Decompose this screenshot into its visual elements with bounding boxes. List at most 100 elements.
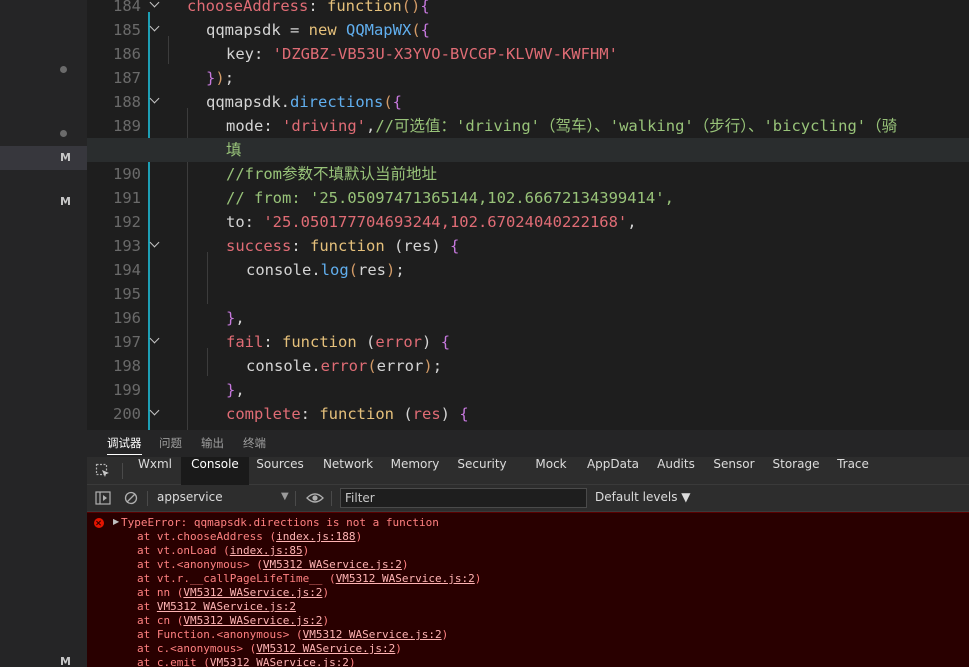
stack-frame-text: ) <box>322 586 330 599</box>
tab-debugger[interactable]: 调试器 <box>107 435 142 455</box>
code-text: qqmapsdk.directions({ <box>206 90 402 114</box>
code-line[interactable]: 195 <box>87 282 969 306</box>
code-line[interactable]: 填 <box>87 138 969 162</box>
source-link[interactable]: VM5312 WAService.js:2 <box>256 642 395 655</box>
tab-output[interactable]: 输出 <box>201 435 224 451</box>
stack-frame-text: ) <box>401 558 409 571</box>
code-line[interactable]: 199}, <box>87 378 969 402</box>
tab-audits[interactable]: Audits <box>651 457 701 485</box>
fold-chevron-icon[interactable] <box>149 95 161 107</box>
explorer-row[interactable]: M <box>0 190 87 214</box>
line-number: 198 <box>113 357 141 375</box>
code-line[interactable]: 189 mode: 'driving',//可选值：'driving'（驾车）、'… <box>87 114 969 138</box>
explorer-row[interactable] <box>0 58 87 82</box>
source-link[interactable]: index.js:188 <box>276 530 355 543</box>
line-number: 188 <box>113 93 141 111</box>
explorer-row[interactable]: M <box>0 650 87 667</box>
stack-frame-text: ) <box>348 656 356 667</box>
code-token: console. <box>246 261 321 279</box>
code-line[interactable]: 198 console.error(error); <box>87 354 969 378</box>
chevron-down-icon[interactable]: ▼ <box>281 491 289 502</box>
fold-chevron-icon[interactable] <box>149 407 161 419</box>
code-line[interactable]: 194 console.log(res); <box>87 258 969 282</box>
tab-network[interactable]: Network <box>315 457 381 485</box>
modified-badge: M <box>60 195 71 208</box>
stack-frame: at cn (VM5312 WAService.js:2) <box>137 614 329 628</box>
source-link[interactable]: VM5312 WAService.js:2 <box>210 656 349 667</box>
source-link[interactable]: index.js:85 <box>230 544 303 557</box>
code-line[interactable]: 192 to: '25.050177704693244,102.670240402… <box>87 210 969 234</box>
code-line[interactable]: 187}); <box>87 66 969 90</box>
code-token: ; <box>224 69 235 87</box>
code-text: }, <box>226 378 245 402</box>
code-token: //from参数不填默认当前地址 <box>226 165 437 183</box>
line-number: 197 <box>113 333 141 351</box>
explorer-strip: M M M <box>0 0 87 667</box>
expand-triangle-icon[interactable]: ▶ <box>113 517 119 526</box>
source-link[interactable]: VM5312 WAService.js:2 <box>263 558 402 571</box>
source-link[interactable]: VM5312 WAService.js:2 <box>183 586 322 599</box>
tab-sources[interactable]: Sources <box>249 457 311 485</box>
code-line[interactable]: 200 complete: function (res) { <box>87 402 969 426</box>
code-token: error <box>375 333 423 351</box>
code-text: mode: 'driving',//可选值：'driving'（驾车）、'wal… <box>226 114 897 138</box>
code-token: { <box>450 237 460 255</box>
code-line[interactable]: 188 qqmapsdk.directions({ <box>87 90 969 114</box>
fold-chevron-icon[interactable] <box>149 239 161 251</box>
inspect-element-icon[interactable] <box>95 463 111 479</box>
modified-badge: M <box>60 151 71 164</box>
code-token: { <box>420 0 430 15</box>
tab-terminal[interactable]: 终端 <box>243 435 266 451</box>
stack-frame-text: ) <box>302 544 310 557</box>
tab-appdata[interactable]: AppData <box>581 457 645 485</box>
code-text: }, <box>226 306 245 330</box>
clear-console-icon[interactable] <box>124 491 138 505</box>
filter-input[interactable] <box>340 488 587 508</box>
code-token: ; <box>395 261 405 279</box>
stack-frame-text: at cn ( <box>137 614 184 627</box>
toggle-sidebar-icon[interactable] <box>95 491 111 505</box>
fold-chevron-icon[interactable] <box>149 335 161 347</box>
code-line[interactable]: 185 qqmapsdk = new QQMapWX({ <box>87 18 969 42</box>
tab-trace[interactable]: Trace <box>833 457 873 485</box>
explorer-row[interactable] <box>0 122 87 146</box>
code-line[interactable]: 191 // from: '25.05097471365144,102.66672… <box>87 186 969 210</box>
code-line[interactable]: 184 chooseAddress: function(){ <box>87 0 969 18</box>
code-text: fail: function (error) { <box>226 330 450 354</box>
code-token: ) <box>422 333 441 351</box>
eye-icon[interactable] <box>306 492 324 504</box>
code-text: // from: '25.05097471365144,102.66672134… <box>226 186 674 210</box>
code-token: { <box>440 333 451 351</box>
code-line[interactable]: 193 success: function (res) { <box>87 234 969 258</box>
context-select[interactable]: appservice <box>157 490 223 504</box>
stack-frame-text: at Function.<anonymous> ( <box>137 628 303 641</box>
line-number: 190 <box>113 165 141 183</box>
code-token: , <box>235 381 245 399</box>
code-text: }); <box>206 66 234 90</box>
tab-problems[interactable]: 问题 <box>159 435 182 451</box>
log-levels-dropdown[interactable]: Default levels ▼ <box>595 490 691 504</box>
code-line[interactable]: 197 fail: function (error) { <box>87 330 969 354</box>
tab-wxml[interactable]: Wxml <box>131 457 179 485</box>
source-link[interactable]: VM5312 WAService.js:2 <box>303 628 442 641</box>
tab-storage[interactable]: Storage <box>767 457 825 485</box>
tab-security[interactable]: Security <box>451 457 513 485</box>
code-line[interactable]: 190 //from参数不填默认当前地址 <box>87 162 969 186</box>
source-link[interactable]: VM5312 WAService.js:2 <box>183 614 322 627</box>
tab-memory[interactable]: Memory <box>385 457 445 485</box>
tab-console[interactable]: Console <box>181 457 249 485</box>
source-link[interactable]: VM5312 WAService.js:2 <box>336 572 475 585</box>
code-token: '25.050177704693244,102.67024040222168' <box>263 213 628 231</box>
code-line[interactable]: 196}, <box>87 306 969 330</box>
code-editor[interactable]: 184 chooseAddress: function(){185 qqmapsdk… <box>87 0 969 430</box>
tab-mock[interactable]: Mock <box>527 457 575 485</box>
fold-chevron-icon[interactable] <box>149 23 161 35</box>
explorer-row[interactable]: M <box>0 146 87 170</box>
source-link[interactable]: VM5312 WAService.js:2 <box>157 600 296 613</box>
code-token: error <box>320 357 368 375</box>
tab-sensor[interactable]: Sensor <box>709 457 759 485</box>
code-line[interactable]: 186 key: 'DZGBZ-VB53U-X3YVO-BVCGP-KLVWV-K… <box>87 42 969 66</box>
fold-chevron-icon[interactable] <box>149 0 161 11</box>
code-token: () <box>401 0 421 15</box>
error-icon <box>94 518 104 528</box>
